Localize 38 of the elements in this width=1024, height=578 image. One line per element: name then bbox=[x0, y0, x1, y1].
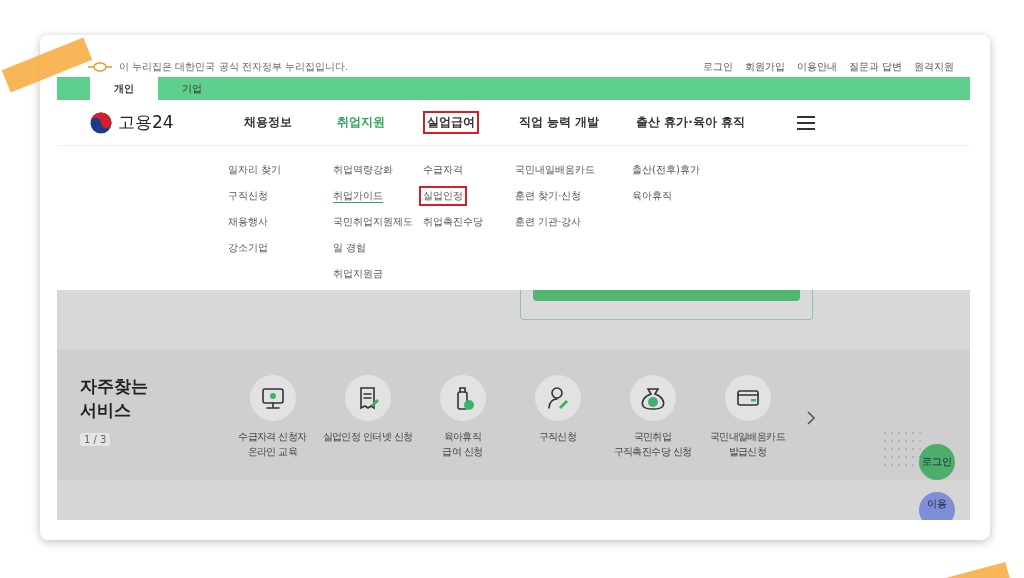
utility-link[interactable]: 질문과 답변 bbox=[848, 60, 902, 74]
nav-link[interactable]: 채용정보 bbox=[240, 111, 296, 134]
utility-link[interactable]: 회원가입 bbox=[744, 60, 785, 74]
utility-link[interactable]: 원격지원 bbox=[914, 60, 954, 74]
notice-text: 이 누리집은 대한민국 공식 전자정부 누리집입니다. bbox=[119, 60, 349, 74]
service-shortcut[interactable]: 실업인정 인터넷 신청 bbox=[320, 375, 415, 459]
submenu-link[interactable]: 일 경험 bbox=[329, 238, 371, 258]
service-shortcut[interactable]: 국민취업 구직촉진수당 신청 bbox=[605, 375, 700, 459]
submenu-link[interactable]: 국민내일배움카드 bbox=[511, 160, 599, 180]
logo-text[interactable]: 고용24 bbox=[118, 111, 174, 134]
submenu-link[interactable]: 취업촉진수당 bbox=[419, 212, 487, 232]
section-title: 자주찾는 서비스 bbox=[80, 375, 149, 422]
service-shortcut[interactable]: 구직신청 bbox=[510, 375, 605, 459]
utility-link[interactable]: 로그인 bbox=[702, 60, 733, 74]
submenu-link[interactable]: 채용행사 bbox=[224, 212, 272, 232]
nav-link[interactable]: 실업급여 bbox=[423, 111, 479, 134]
submenu-link[interactable]: 육아휴직 bbox=[628, 186, 676, 206]
submenu-link[interactable]: 수급자격 bbox=[419, 160, 467, 180]
submenu-link[interactable]: 출산(전후)휴가 bbox=[628, 160, 704, 180]
nav-link[interactable]: 직업 능력 개발 bbox=[515, 111, 604, 134]
submenu-link[interactable]: 일자리 찾기 bbox=[224, 160, 286, 180]
service-shortcut[interactable]: 국민내일배움카드 발급신청 bbox=[700, 375, 795, 459]
audience-tab[interactable]: 개인 bbox=[90, 77, 158, 100]
nav-link[interactable]: 출산 휴가·육아 휴직 bbox=[632, 111, 749, 134]
submenu-link[interactable]: 훈련 기관·강사 bbox=[511, 212, 586, 232]
service-shortcut[interactable]: 육아휴직 급여 신청 bbox=[415, 375, 510, 459]
submenu-link[interactable]: 취업역량강화 bbox=[329, 160, 397, 180]
submenu-link[interactable]: 구직신청 bbox=[224, 186, 272, 206]
submenu-link[interactable]: 국민취업지원제도 bbox=[329, 212, 417, 232]
submenu-link[interactable]: 실업인정 bbox=[419, 186, 467, 206]
audience-tab[interactable]: 기업 bbox=[158, 77, 226, 100]
service-shortcut[interactable]: 수급자격 신청자 온라인 교육 bbox=[225, 375, 320, 459]
utility-link[interactable]: 이용안내 bbox=[796, 60, 837, 74]
submenu-link[interactable]: 훈련 찾기·신청 bbox=[511, 186, 586, 206]
submenu-link[interactable]: 강소기업 bbox=[224, 238, 272, 258]
submenu-link[interactable]: 취업가이드 bbox=[329, 186, 387, 206]
submenu-link[interactable]: 취업지원금 bbox=[329, 264, 387, 284]
page-indicator: 1 / 3 bbox=[80, 432, 111, 446]
